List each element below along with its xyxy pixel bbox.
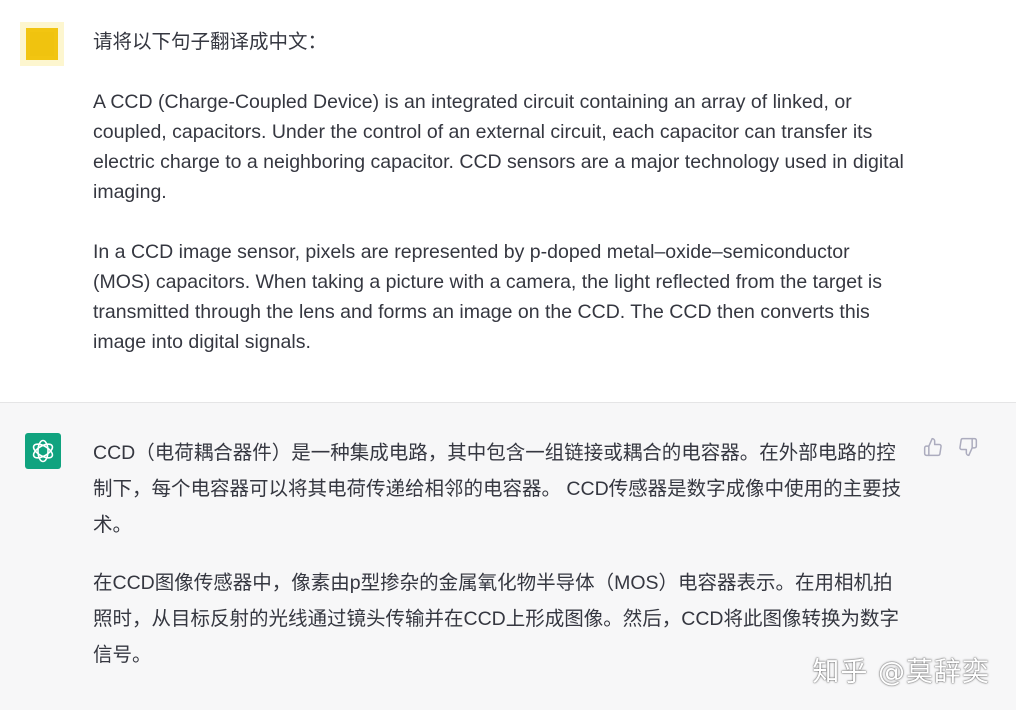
thumbs-down-icon xyxy=(959,437,978,457)
assistant-avatar xyxy=(25,433,61,469)
thumbs-up-icon xyxy=(923,437,942,457)
assistant-message-text: CCD（电荷耦合器件）是一种集成电路，其中包含一组链接或耦合的电容器。在外部电路… xyxy=(93,435,908,673)
assistant-paragraph-1: CCD（电荷耦合器件）是一种集成电路，其中包含一组链接或耦合的电容器。在外部电路… xyxy=(93,442,902,536)
user-message-row: 请将以下句子翻译成中文： A CCD (Charge-Coupled Devic… xyxy=(0,0,1016,402)
thumbs-down-button[interactable] xyxy=(957,436,979,458)
assistant-paragraph-2: 在CCD图像传感器中，像素由p型掺杂的金属氧化物半导体（MOS）电容器表示。在用… xyxy=(93,572,899,666)
thumbs-up-button[interactable] xyxy=(922,436,944,458)
watermark: 知乎 @莫辞奕 xyxy=(812,657,990,688)
user-paragraph-1: A CCD (Charge-Coupled Device) is an inte… xyxy=(93,91,904,203)
chat-page: 请将以下句子翻译成中文： A CCD (Charge-Coupled Devic… xyxy=(0,0,1016,710)
user-avatar xyxy=(20,22,64,66)
user-message-text: 请将以下句子翻译成中文： A CCD (Charge-Coupled Devic… xyxy=(93,27,908,357)
openai-logo-icon xyxy=(32,439,54,463)
user-instruction: 请将以下句子翻译成中文： xyxy=(93,31,328,53)
user-paragraph-2: In a CCD image sensor, pixels are repres… xyxy=(93,241,882,353)
